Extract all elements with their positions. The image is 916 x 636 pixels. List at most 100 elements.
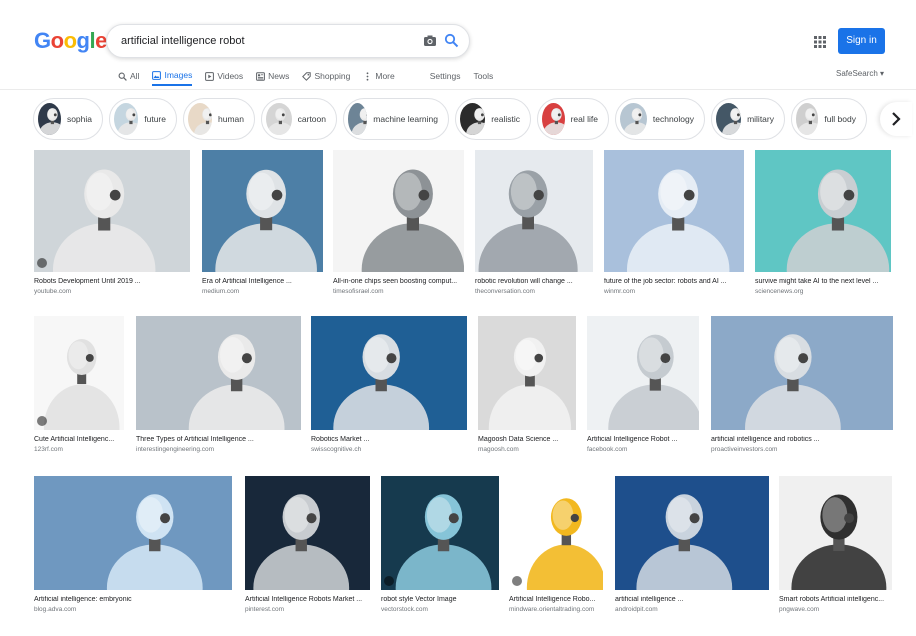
badge-icon [37,416,47,426]
result-thumbnail[interactable] [34,316,124,430]
result-title[interactable]: robotic revolution will change ... [475,278,593,285]
result-title[interactable]: robot style Vector Image [381,596,499,603]
image-result[interactable]: Smart robots Artificial intelligenc... pn… [779,476,892,613]
image-result[interactable]: artificial intelligence and robotics ...… [711,316,893,453]
image-result[interactable]: future of the job sector: robots and AI … [604,150,744,295]
tab-shopping[interactable]: Shopping [302,66,350,86]
result-thumbnail[interactable] [475,150,593,272]
chip-full-body[interactable]: full body [791,98,867,140]
tab-more[interactable]: More [363,66,395,86]
search-icon[interactable] [444,33,459,48]
search-box[interactable]: artificial intelligence robot [106,24,470,58]
result-thumbnail[interactable] [604,150,744,272]
result-thumbnail[interactable] [245,476,370,590]
result-thumbnail[interactable] [478,316,576,430]
chip-realistic[interactable]: realistic [455,98,531,140]
image-result[interactable]: All-in-one chips seen boosting comput...… [333,150,464,295]
result-title[interactable]: Robots Development Until 2019 ... [34,278,190,285]
result-title[interactable]: Cute Artificial Intelligenc... [34,436,124,443]
tab-label: More [375,71,395,81]
result-thumbnail[interactable] [311,316,467,430]
result-title[interactable]: future of the job sector: robots and AI … [604,278,744,285]
result-thumbnail[interactable] [202,150,323,272]
result-title[interactable]: Artificial Intelligence Robots Market ..… [245,596,370,603]
image-result[interactable]: artificial intelligence ... androidpit.co… [615,476,769,613]
tab-all[interactable]: All [118,66,139,86]
result-thumbnail[interactable] [381,476,499,590]
chip-label: machine learning [373,114,438,124]
image-result[interactable]: robotic revolution will change ... thecon… [475,150,593,295]
image-result[interactable]: Artificial Intelligence Robot ... faceboo… [587,316,699,453]
result-source: swisscognitive.ch [311,446,362,453]
result-source: interestingengineering.com [136,446,215,453]
result-title[interactable]: artificial intelligence ... [615,596,769,603]
chip-cartoon[interactable]: cartoon [261,98,337,140]
image-result[interactable]: Magoosh Data Science ... magoosh.com [478,316,576,453]
image-result[interactable]: Artificial Intelligence Robo... mindware.… [509,476,603,613]
chip-label: future [144,114,166,124]
image-result[interactable]: Three Types of Artificial Intelligence .… [136,316,301,453]
result-thumbnail[interactable] [615,476,769,590]
image-result[interactable]: Artificial intelligence: embryonic blog.a… [34,476,232,613]
result-title[interactable]: All-in-one chips seen boosting comput... [333,278,464,285]
apps-grid-icon[interactable] [814,36,826,48]
image-result[interactable]: Cute Artificial Intelligenc... 123rf.com [34,316,124,453]
search-input[interactable]: artificial intelligence robot [121,35,245,47]
chip-label: military [747,114,774,124]
result-thumbnail[interactable] [34,150,190,272]
chip-machine-learning[interactable]: machine learning [343,98,449,140]
chip-label: realistic [491,114,520,124]
image-result[interactable]: survive might take AI to the next level … [755,150,891,295]
result-thumbnail[interactable] [779,476,892,590]
tab-images[interactable]: Images [152,66,193,86]
chip-label: full body [824,114,856,124]
chip-thumbnail [38,103,61,135]
result-title[interactable]: Era of Artificial Intelligence ... [202,278,323,285]
result-thumbnail[interactable] [34,476,232,590]
safesearch-toggle[interactable]: SafeSearch ▾ [836,69,884,78]
result-title[interactable]: Artificial intelligence: embryonic [34,596,232,603]
camera-icon[interactable] [423,34,437,48]
google-logo[interactable]: Google [34,28,107,54]
result-thumbnail[interactable] [509,476,603,590]
result-thumbnail[interactable] [333,150,464,272]
tab-tools[interactable]: Tools [473,66,493,86]
result-source: theconversation.com [475,288,535,295]
image-result[interactable]: Robotics Market ... swisscognitive.ch [311,316,467,453]
chip-real-life[interactable]: real life [537,98,609,140]
chip-sophia[interactable]: sophia [33,98,103,140]
chip-military[interactable]: military [711,98,785,140]
chip-future[interactable]: future [109,98,177,140]
result-title[interactable]: Robotics Market ... [311,436,467,443]
result-title[interactable]: Artificial Intelligence Robo... [509,596,603,603]
image-result[interactable]: Era of Artificial Intelligence ... medium… [202,150,323,295]
image-result[interactable]: Robots Development Until 2019 ... youtube… [34,150,190,295]
result-title[interactable]: Magoosh Data Science ... [478,436,576,443]
tab-news[interactable]: News [256,66,289,86]
image-result[interactable]: robot style Vector Image vectorstock.com [381,476,499,613]
result-thumbnail[interactable] [755,150,891,272]
result-title[interactable]: Three Types of Artificial Intelligence .… [136,436,301,443]
result-title[interactable]: Artificial Intelligence Robot ... [587,436,699,443]
chip-technology[interactable]: technology [615,98,705,140]
chip-human[interactable]: human [183,98,255,140]
chip-thumbnail [188,103,212,135]
logo-letter: o [63,28,77,53]
result-source: androidpit.com [615,606,658,613]
result-title[interactable]: artificial intelligence and robotics ... [711,436,893,443]
result-thumbnail[interactable] [711,316,893,430]
result-title[interactable]: Smart robots Artificial intelligenc... [779,596,892,603]
result-source: mindware.orientaltrading.com [509,606,595,613]
result-thumbnail[interactable] [587,316,699,430]
image-result[interactable]: Artificial Intelligence Robots Market ..… [245,476,370,613]
result-thumbnail[interactable] [136,316,301,430]
result-source: blog.adva.com [34,606,77,613]
badge-icon [37,258,47,268]
result-title[interactable]: survive might take AI to the next level … [755,278,891,285]
tab-settings[interactable]: Settings [430,66,461,86]
tab-videos[interactable]: Videos [205,66,243,86]
sign-in-button[interactable]: Sign in [838,28,885,54]
result-source: youtube.com [34,288,72,295]
chip-thumbnail [542,103,565,135]
chips-next-button[interactable] [880,102,912,136]
